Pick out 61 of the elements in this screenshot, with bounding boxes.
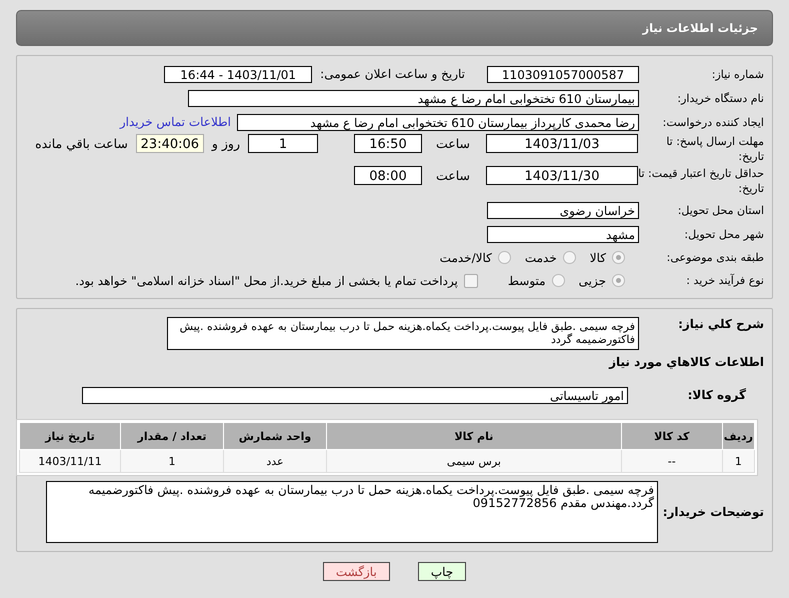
column-header: واحد شمارش [224, 422, 326, 450]
page-title: جزئیات اطلاعات نیاز [642, 21, 758, 35]
province-field[interactable]: خراسان رضوی [487, 202, 639, 218]
buyer-notes-field[interactable]: فرچه سیمی .طبق فایل پیوست.پرداخت یکماه.هزینه حمل تا درب بیمارستان به عهده فروشنده .پیش فاکتورضمیمه گردد.مهندس مقدم 09152772856 [46, 481, 658, 543]
column-header: کد کالا [621, 422, 722, 450]
table-cell: برس سیمی [326, 450, 622, 472]
field-label: تاریخ و ساعت اعلان عمومی: [319, 67, 466, 81]
city-field[interactable]: مشهد [487, 226, 639, 242]
radio-label: کالا/خدمت [440, 250, 492, 264]
field-label: مهلت ارسال پاسخ: تا تاریخ: [665, 134, 765, 164]
time-field[interactable]: 08:00 [354, 166, 422, 185]
field-label: نوع فرآیند خرید : [685, 273, 765, 288]
need-number-field[interactable]: 1103091057000587 [487, 66, 639, 82]
remaining-time-field[interactable]: 23:40:06 [136, 134, 204, 153]
column-header: نام کالا [326, 422, 622, 450]
table-cell: عدد [224, 450, 326, 472]
radio-button[interactable] [498, 251, 511, 264]
field-label: ساعت باقي مانده [34, 135, 129, 153]
contact-info-link[interactable]: اطلاعات تماس خریدار [120, 115, 231, 129]
field-label: شماره نیاز: [710, 66, 765, 82]
checkbox[interactable] [464, 274, 478, 288]
field-label: گروه کالا: [686, 388, 747, 402]
date-field[interactable]: 1403/11/03 [486, 134, 638, 153]
column-header: تاریخ نیاز [20, 422, 120, 450]
radio-button[interactable] [612, 274, 625, 287]
radio-button[interactable] [612, 251, 625, 264]
date-field[interactable]: 1403/11/30 [486, 166, 638, 185]
column-header: تعداد / مقدار [120, 422, 224, 450]
field-label: حداقل تاریخ اعتبار قیمت: تا تاریخ: [638, 166, 765, 196]
days-field[interactable]: 1 [248, 134, 318, 153]
radio-button[interactable] [562, 251, 576, 264]
radio-label: خدمت [524, 250, 557, 264]
buyer-org-field[interactable]: بیمارستان 610 تختخوابی امام رضا ع مشهد [188, 90, 639, 106]
time-field[interactable]: 16:50 [354, 134, 422, 153]
checkbox-label: پرداخت تمام یا بخشی از مبلغ خرید.از محل "اسناد خزانه اسلامی" خواهد بود. [75, 274, 458, 288]
announce-date-field[interactable]: 1403/11/01 - 16:44 [164, 66, 312, 82]
back-button[interactable]: بازگشت [322, 562, 390, 581]
field-label: استان محل تحویل: [676, 202, 765, 218]
table-cell: 1403/11/11 [20, 450, 120, 472]
field-label: توضیحات خریدار: [664, 504, 765, 520]
radio-button[interactable] [552, 274, 565, 287]
section-title: اطلاعات کالاهاي مورد نیاز [608, 354, 765, 371]
print-button[interactable]: چاپ [418, 562, 466, 581]
description-field[interactable]: فرچه سیمی .طبق فایل پیوست.پرداخت یکماه.هزینه حمل تا درب بیمارستان به عهده فروشنده .پیش فاکتورضمیمه گردد [167, 317, 639, 350]
field-label: شرح کلي نیاز: [677, 317, 765, 332]
radio-label: جزیی [578, 274, 606, 288]
field-label: نام دستگاه خریدار: [676, 90, 765, 106]
radio-label: متوسط [508, 274, 546, 288]
field-label: ساعت [434, 135, 471, 153]
field-label: روز و [210, 135, 241, 153]
table-cell: 1 [722, 450, 754, 472]
creator-field[interactable]: رضا محمدی کارپرداز بیمارستان 610 تختخوابی امام رضا ع مشهد [237, 114, 639, 130]
radio-label: کالا [590, 250, 606, 264]
table-cell: 1 [120, 450, 224, 472]
field-label: شهر محل تحویل: [683, 226, 765, 242]
field-label: طبقه بندی موضوعی: [666, 250, 765, 265]
table-cell: -- [621, 450, 722, 472]
column-header: ردیف [722, 422, 754, 450]
field-label: ساعت [434, 167, 471, 185]
field-label: ایجاد کننده درخواست: [662, 114, 765, 130]
goods-group-field[interactable]: امور تاسیساتی [82, 386, 628, 404]
